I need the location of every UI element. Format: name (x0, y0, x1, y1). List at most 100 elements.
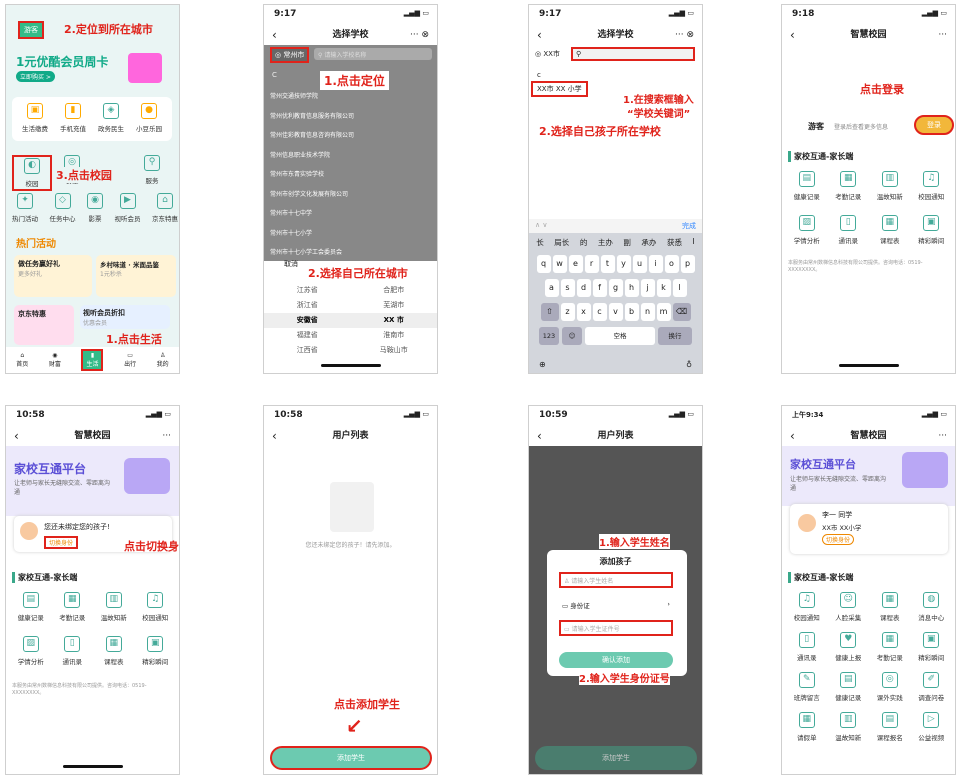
back-icon[interactable]: ‹ (272, 426, 277, 446)
tab-life[interactable]: ▮ 生活 (81, 349, 104, 371)
review[interactable]: ▥ 温故知新 (93, 592, 135, 622)
school-item[interactable]: 常州优利教育信息服务有限公司 (270, 107, 430, 127)
moments[interactable]: ▣ 精彩瞬间 (911, 632, 953, 662)
task-center-entry[interactable]: ◇ 任务中心 (50, 193, 76, 223)
school-search-input[interactable]: ⚲ 请输入学校名称 (314, 48, 432, 60)
back-icon[interactable]: ‹ (790, 426, 795, 446)
timetable[interactable]: ▦ 课程表 (869, 215, 911, 245)
review[interactable]: ▥ 温故知新 (828, 712, 870, 742)
space-key[interactable]: 空格 (585, 327, 655, 345)
key[interactable]: e (568, 255, 583, 273)
student-id-input[interactable]: ▭ 请输入学生证件号 (559, 620, 673, 636)
key[interactable]: f (592, 279, 607, 297)
tab-travel[interactable]: ▭ 出行 (124, 352, 136, 368)
school-item[interactable]: 常州信息职业技术学院 (270, 146, 430, 166)
more-icon[interactable]: ··· (938, 25, 947, 45)
more-icon[interactable]: ··· (162, 426, 171, 446)
key[interactable]: h (624, 279, 639, 297)
message-center[interactable]: ◍ 消息中心 (911, 592, 953, 622)
key[interactable]: j (640, 279, 655, 297)
key[interactable]: y (616, 255, 631, 273)
contacts[interactable]: ▯ 通讯录 (786, 632, 828, 662)
service-life-pay[interactable]: ▣ 生活缴费 (16, 103, 54, 133)
city-location-button[interactable]: 游客 (18, 21, 44, 39)
id-type-select[interactable]: ▭ 身份证 › (559, 598, 673, 612)
campus-entry[interactable]: ◐ 校园 (12, 155, 52, 191)
service-park[interactable]: ● 小豆乐园 (130, 103, 168, 133)
back-icon[interactable]: ‹ (14, 426, 19, 446)
candidate[interactable]: 承办 (641, 237, 656, 248)
public-video[interactable]: ▷ 公益视频 (911, 712, 953, 742)
shift-key[interactable]: ⇧ (540, 303, 559, 321)
city-picker[interactable]: 江苏省 合肥市 浙江省 芜湖市 安徽省 XX 市 福建省 淮南市 江西省 马鞍山市 (264, 283, 437, 358)
numbers-key[interactable]: 123 (539, 327, 559, 345)
key[interactable]: s (560, 279, 575, 297)
study-analysis[interactable]: ▨ 学情分析 (10, 636, 52, 666)
key[interactable]: c (592, 303, 607, 321)
key[interactable]: q (536, 255, 551, 273)
course-signup[interactable]: ▤ 课程报名 (869, 712, 911, 742)
candidate[interactable]: 局长 (554, 237, 569, 248)
study-analysis[interactable]: ▨ 学情分析 (786, 215, 828, 245)
confirm-add-button[interactable]: 确认添加 (559, 652, 673, 668)
key[interactable]: g (608, 279, 623, 297)
timetable[interactable]: ▦ 课程表 (93, 636, 135, 666)
health-record[interactable]: ▤ 健康记录 (828, 672, 870, 702)
tab-wealth[interactable]: ◉ 财富 (49, 352, 61, 368)
survey[interactable]: ✐ 调查问卷 (911, 672, 953, 702)
review[interactable]: ▥ 温故知新 (869, 171, 911, 201)
delete-key[interactable]: ⌫ (672, 303, 691, 321)
tile-jd[interactable]: 京东特惠 (14, 305, 74, 345)
service-entry[interactable]: ⚲ 服务 (132, 155, 172, 191)
moments[interactable]: ▣ 精彩瞬间 (135, 636, 177, 666)
key[interactable]: v (608, 303, 623, 321)
mic-icon[interactable]: ♁ (686, 360, 692, 369)
key[interactable]: b (624, 303, 639, 321)
key[interactable]: o (664, 255, 679, 273)
key[interactable]: k (656, 279, 671, 297)
moments[interactable]: ▣ 精彩瞬间 (911, 215, 953, 245)
switch-identity-button[interactable]: 切换身份 (44, 536, 79, 549)
candidate[interactable]: 获悉 (667, 237, 682, 248)
leave-request[interactable]: ▦ 请假单 (786, 712, 828, 742)
location-button[interactable]: ◎ XX市 (535, 49, 560, 59)
key[interactable]: n (640, 303, 655, 321)
key[interactable]: p (680, 255, 695, 273)
face-capture[interactable]: ☺ 人脸采集 (828, 592, 870, 622)
tab-home[interactable]: ⌂ 首页 (16, 352, 28, 368)
more-icon[interactable]: ··· ⊗ (410, 25, 429, 45)
health-report[interactable]: ♥ 健康上报 (828, 632, 870, 662)
notice[interactable]: ♫ 校园通知 (786, 592, 828, 622)
candidate[interactable]: 主办 (598, 237, 613, 248)
key[interactable]: a (544, 279, 559, 297)
login-button[interactable]: 登录 (914, 115, 954, 135)
add-student-button[interactable]: 添加学生 (270, 746, 432, 770)
tab-mine[interactable]: ♙ 我的 (157, 352, 169, 368)
switch-identity-button[interactable]: 切换身份 (822, 534, 855, 545)
globe-icon[interactable]: ⊕ (539, 360, 546, 369)
candidate[interactable]: I (692, 237, 694, 248)
key[interactable]: d (576, 279, 591, 297)
tile-rice[interactable]: 乡村味道 · 米面品鉴 1元秒杀 (96, 255, 176, 297)
service-topup[interactable]: ▮ 手机充值 (54, 103, 92, 133)
emoji-key[interactable]: ☺ (562, 327, 582, 345)
school-result[interactable]: XX市 XX 小学 (531, 81, 588, 97)
school-search-input[interactable]: ⚲ (571, 47, 695, 61)
health-record[interactable]: ▤ 健康记录 (786, 171, 828, 201)
attendance[interactable]: ▦ 考勤记录 (52, 592, 94, 622)
class-message[interactable]: ✎ 班牌留言 (786, 672, 828, 702)
key[interactable]: l (672, 279, 687, 297)
notice[interactable]: ♫ 校园通知 (135, 592, 177, 622)
video-vip-entry[interactable]: ▶ 视听会员 (115, 193, 141, 223)
attendance[interactable]: ▦ 考勤记录 (828, 171, 870, 201)
service-gov[interactable]: ◈ 政务民生 (92, 103, 130, 133)
key[interactable]: r (584, 255, 599, 273)
back-icon[interactable]: ‹ (537, 25, 542, 45)
candidate[interactable]: 长 (536, 237, 544, 248)
tile-video[interactable]: 视听会员折扣 优惠会员 (80, 305, 170, 329)
contacts[interactable]: ▯ 通讯录 (828, 215, 870, 245)
back-icon[interactable]: ‹ (272, 25, 277, 45)
key[interactable]: t (600, 255, 615, 273)
key[interactable]: u (632, 255, 647, 273)
done-button[interactable]: 完成 (682, 221, 696, 231)
